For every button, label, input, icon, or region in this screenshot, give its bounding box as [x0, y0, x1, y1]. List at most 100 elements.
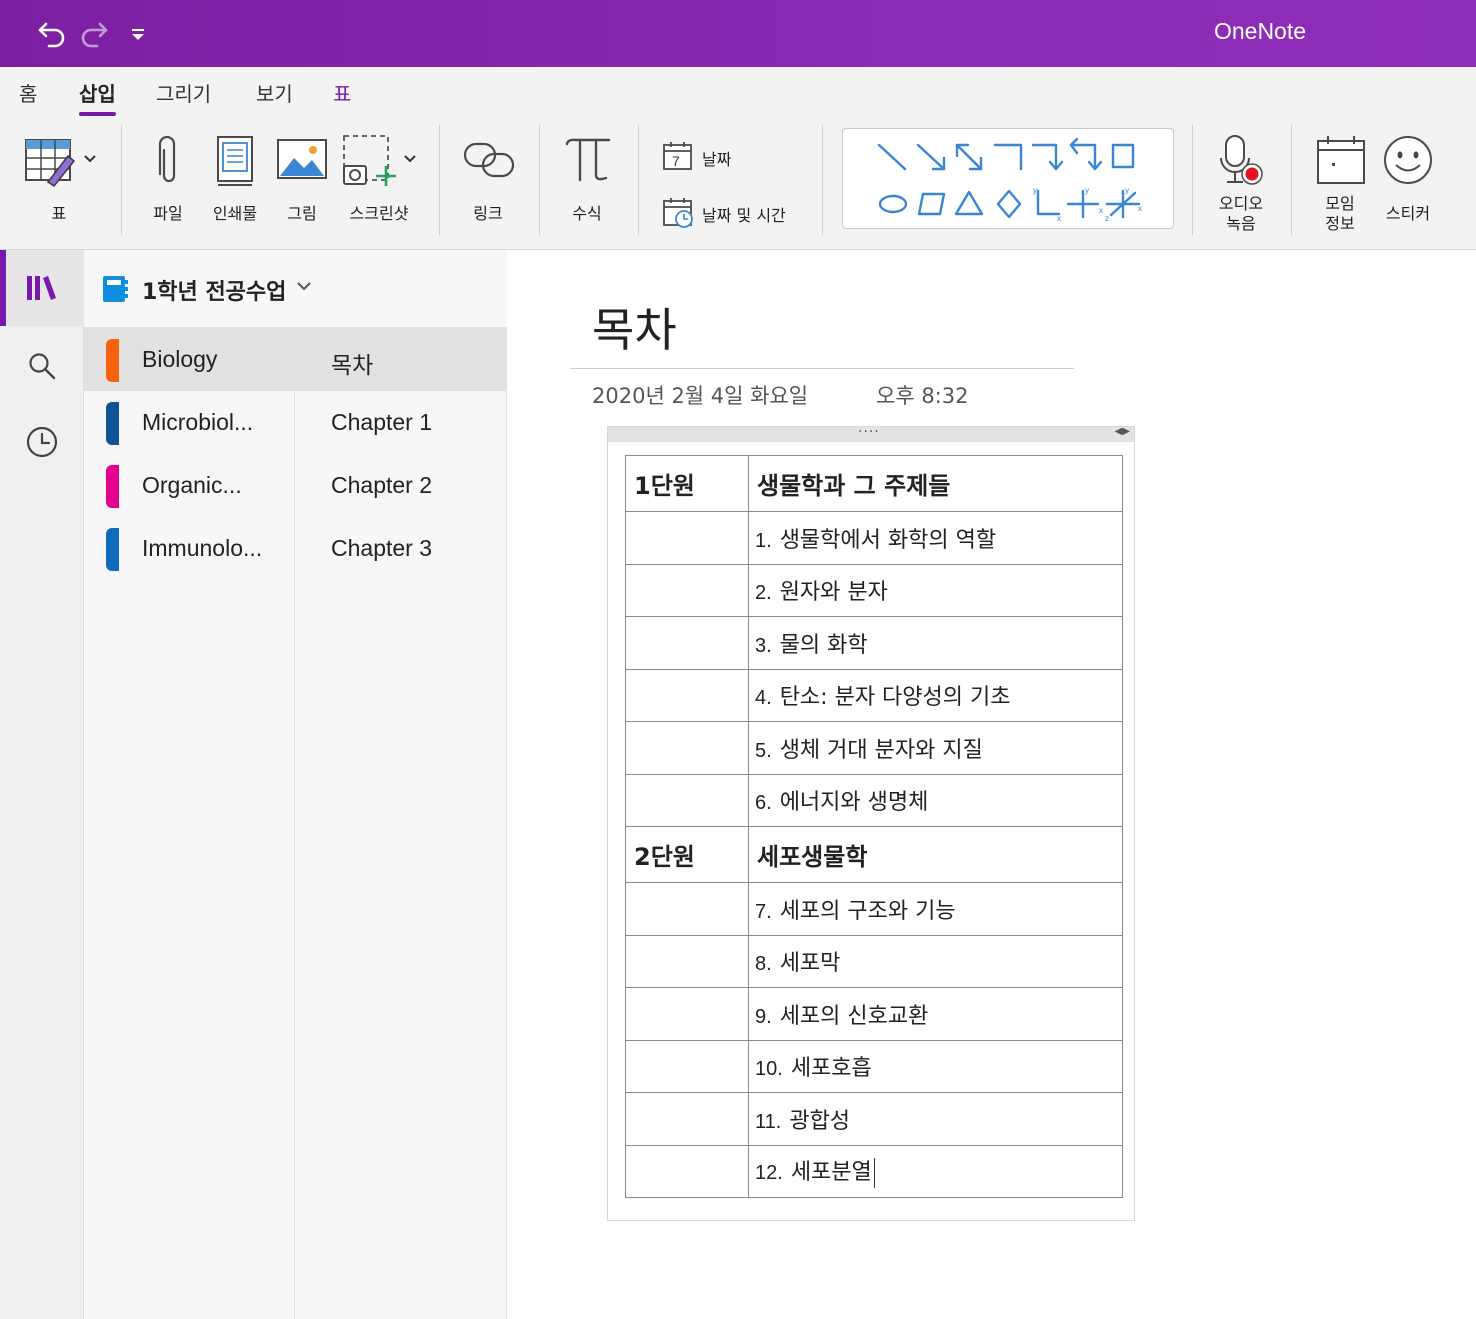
double-arrow-shape-icon[interactable] — [955, 143, 983, 171]
triangle-shape-icon[interactable] — [954, 190, 984, 216]
unit-title-cell[interactable]: 생물학과 그 주제들 — [748, 455, 1123, 512]
search-nav[interactable] — [0, 328, 84, 404]
page-item[interactable]: Chapter 2 — [295, 454, 507, 517]
section-item[interactable]: Microbiol... — [84, 391, 295, 454]
elbow-arrow-shape-icon[interactable] — [1031, 143, 1064, 171]
table-row: 9. 세포의 신호교환 — [625, 987, 1123, 1041]
page-item[interactable]: 목차 — [295, 328, 507, 391]
table-cell[interactable] — [625, 1144, 749, 1198]
table-cell[interactable] — [625, 987, 749, 1041]
chapter-cell[interactable]: 4. 탄소: 분자 다양성의 기초 — [748, 668, 1123, 722]
chapter-cell[interactable]: 1. 생물학에서 화학의 역할 — [748, 511, 1123, 565]
redo-icon[interactable] — [74, 14, 114, 54]
table-cell[interactable] — [625, 668, 749, 722]
chapter-cell[interactable]: 5. 생체 거대 분자와 지질 — [748, 721, 1123, 775]
ellipse-shape-icon[interactable] — [878, 194, 908, 214]
table-row: 6. 에너지와 생명체 — [625, 773, 1123, 827]
page-canvas[interactable]: 목차 2020년 2월 4일 화요일 오후 8:32 ···· ◀▶ 1단원 생… — [508, 250, 1476, 1319]
link-button[interactable]: 링크 — [458, 132, 518, 227]
customize-toolbar-icon[interactable] — [124, 14, 152, 54]
page-item[interactable]: Chapter 1 — [295, 391, 507, 454]
chapter-cell[interactable]: 6. 에너지와 생명체 — [748, 773, 1123, 827]
section-color-tab — [106, 465, 119, 508]
svg-text:7: 7 — [672, 153, 680, 169]
table-cell[interactable] — [625, 773, 749, 827]
rectangle-shape-icon[interactable] — [1111, 143, 1135, 169]
chapter-cell[interactable]: 3. 물의 화학 — [748, 616, 1123, 670]
line-shape-icon[interactable] — [877, 143, 907, 171]
chapter-cell[interactable]: 10. 세포호흡 — [748, 1039, 1123, 1093]
page-title[interactable]: 목차 — [592, 294, 677, 360]
axis-3d-shape-icon[interactable] — [1105, 189, 1141, 219]
calendar-meeting-icon — [1317, 136, 1365, 184]
container-drag-handle[interactable]: ···· ◀▶ — [608, 424, 1134, 442]
chapter-cell[interactable]: 2. 원자와 분자 — [748, 563, 1123, 617]
chevron-down-icon — [84, 155, 96, 163]
tab-home[interactable]: 홈 — [19, 78, 37, 114]
undo-icon[interactable] — [32, 14, 72, 54]
smiley-sticker-icon — [1384, 136, 1432, 184]
tab-table[interactable]: 표 — [333, 78, 351, 114]
section-item[interactable]: Organic... — [84, 454, 295, 517]
square-shape-icon[interactable] — [917, 192, 946, 216]
tab-view[interactable]: 보기 — [256, 78, 293, 114]
svg-text:z: z — [1105, 214, 1109, 223]
elbow-double-arrow-shape-icon[interactable] — [1069, 137, 1103, 171]
printout-button[interactable]: 인쇄물 — [206, 132, 264, 227]
note-container[interactable]: ···· ◀▶ 1단원 생물학과 그 주제들 1. 생물학에서 화학의 역할 2.… — [607, 424, 1135, 1221]
sticker-button[interactable]: 스티커 — [1378, 132, 1438, 227]
recent-nav[interactable] — [0, 404, 84, 480]
audio-record-button[interactable]: 오디오 녹음 — [1206, 132, 1276, 234]
section-item[interactable]: Immunolo... — [84, 517, 295, 580]
page-time: 오후 8:32 — [876, 384, 969, 408]
elbow-line-shape-icon[interactable] — [993, 143, 1023, 171]
picture-button[interactable]: 그림 — [275, 132, 329, 227]
pages-list: 목차 Chapter 1 Chapter 2 Chapter 3 — [295, 250, 507, 1319]
title-divider — [570, 368, 1074, 369]
equation-button[interactable]: 수식 — [558, 132, 616, 227]
table-cell[interactable] — [625, 616, 749, 670]
chapter-cell[interactable]: 11. 광합성 — [748, 1092, 1123, 1146]
screenshot-button[interactable]: 스크린샷 — [340, 132, 420, 227]
chapter-cell[interactable]: 12. 세포분열 — [748, 1144, 1123, 1198]
date-button[interactable]: 7 날짜 — [662, 138, 772, 174]
unit-cell[interactable]: 1단원 — [625, 455, 749, 512]
svg-text:y: y — [1125, 186, 1129, 195]
notebooks-nav[interactable] — [0, 250, 84, 326]
svg-text:y: y — [1033, 186, 1037, 195]
date-time-button[interactable]: 날짜 및 시간 — [662, 194, 802, 230]
chapter-cell[interactable]: 9. 세포의 신호교환 — [748, 987, 1123, 1041]
table-cell[interactable] — [625, 511, 749, 565]
diamond-shape-icon[interactable] — [996, 189, 1022, 219]
table-cell[interactable] — [625, 1092, 749, 1146]
unit-cell[interactable]: 2단원 — [625, 826, 749, 883]
table-cell[interactable] — [625, 934, 749, 988]
section-item[interactable]: Biology — [84, 328, 295, 391]
chapter-cell[interactable]: 8. 세포막 — [748, 934, 1123, 988]
table-row: 3. 물의 화학 — [625, 616, 1123, 670]
chapter-cell[interactable]: 7. 세포의 구조와 기능 — [748, 882, 1123, 936]
tab-insert[interactable]: 삽입 — [79, 78, 116, 116]
table-button[interactable]: 표 — [20, 132, 100, 227]
axis-2d-shape-icon[interactable] — [1036, 189, 1061, 216]
tab-draw[interactable]: 그리기 — [156, 78, 211, 114]
arrow-shape-icon[interactable] — [916, 143, 946, 171]
table-cell[interactable] — [625, 721, 749, 775]
axis-cross-shape-icon[interactable] — [1066, 189, 1100, 219]
picture-icon — [277, 139, 327, 179]
toc-table[interactable]: 1단원 생물학과 그 주제들 1. 생물학에서 화학의 역할 2. 원자와 분자 3… — [625, 455, 1123, 1198]
table-cell[interactable] — [625, 1039, 749, 1093]
file-button[interactable]: 파일 — [142, 132, 194, 227]
link-icon — [463, 142, 515, 178]
notebook-switcher[interactable]: 1학년 전공수업 — [84, 250, 507, 328]
calendar-icon: 7 — [663, 142, 692, 170]
section-color-tab — [106, 528, 119, 571]
meeting-details-button[interactable]: 모임 정보 — [1310, 132, 1370, 234]
unit-title-cell[interactable]: 세포생물학 — [748, 826, 1123, 883]
table-row: 1단원 생물학과 그 주제들 — [625, 455, 1123, 512]
drag-dots-icon: ···· — [858, 424, 880, 440]
table-cell[interactable] — [625, 882, 749, 936]
table-cell[interactable] — [625, 563, 749, 617]
resize-arrows-icon[interactable]: ◀▶ — [1115, 426, 1130, 437]
page-item[interactable]: Chapter 3 — [295, 517, 507, 580]
